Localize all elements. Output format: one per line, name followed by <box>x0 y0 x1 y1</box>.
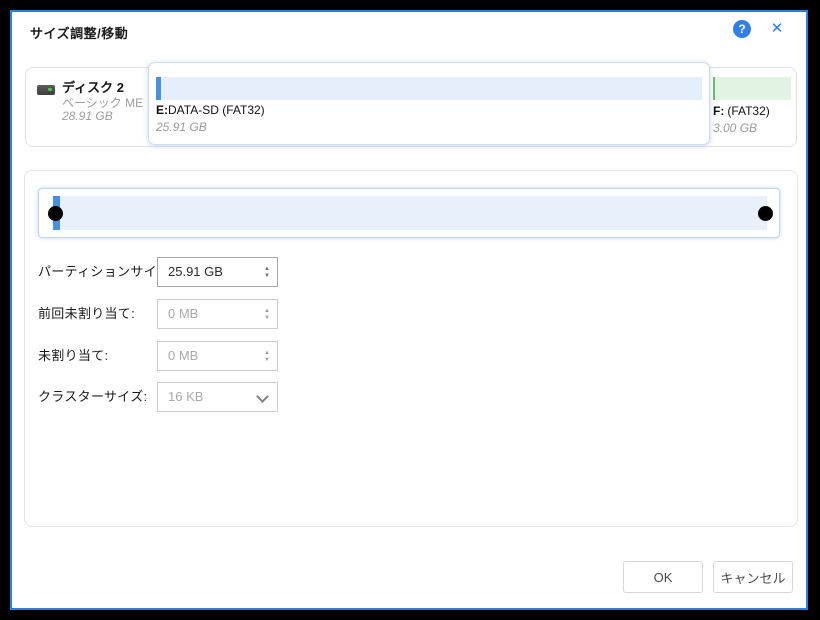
unallocated-before-label: 前回未割り当て: <box>38 299 135 329</box>
unallocated-before-row: 前回未割り当て: 0 MB ▲ ▼ <box>25 299 797 329</box>
partition-f-block[interactable]: F:(FAT32) 3.00 GB <box>713 77 793 139</box>
cancel-button[interactable]: キャンセル <box>713 561 793 593</box>
ok-button[interactable]: OK <box>623 561 703 593</box>
spinner-up-icon: ▲ <box>264 350 270 356</box>
resize-move-dialog: サイズ調整/移動 ? ✕ ディスク 2 ベーシック ME 28.91 GB E:… <box>10 10 808 610</box>
partition-f-label: F:(FAT32) <box>713 104 770 118</box>
slider-track[interactable] <box>53 196 767 230</box>
partition-e-bar <box>156 77 702 100</box>
disk-led <box>48 88 52 91</box>
disk-overview: ディスク 2 ベーシック ME 28.91 GB E:DATA-SD (FAT3… <box>25 67 797 147</box>
unallocated-after-label: 未割り当て: <box>38 341 108 371</box>
spinner-icon[interactable]: ▲ ▼ <box>264 258 270 286</box>
spinner-icon: ▲ ▼ <box>264 300 270 328</box>
partition-f-size: 3.00 GB <box>713 121 757 135</box>
slider-right-handle[interactable] <box>758 206 773 221</box>
unallocated-before-input[interactable]: 0 MB ▲ ▼ <box>157 299 278 329</box>
partition-size-row: パーティションサイズ: 25.91 GB ▲ ▼ <box>25 257 797 287</box>
spinner-icon: ▲ ▼ <box>264 342 270 370</box>
spinner-down-icon: ▼ <box>264 315 270 321</box>
partition-size-value: 25.91 GB <box>158 258 277 286</box>
help-icon[interactable]: ? <box>733 20 751 38</box>
spinner-down-icon[interactable]: ▼ <box>264 273 270 279</box>
spinner-down-icon: ▼ <box>264 357 270 363</box>
partition-e-name: DATA-SD (FAT32) <box>168 103 265 117</box>
resize-slider <box>38 188 780 238</box>
partition-e-label: E:DATA-SD (FAT32) <box>156 103 265 117</box>
resize-panel: パーティションサイズ: 25.91 GB ▲ ▼ 前回未割り当て: 0 MB ▲… <box>24 170 798 527</box>
partition-f-name: (FAT32) <box>727 104 769 118</box>
unallocated-before-value: 0 MB <box>158 300 277 328</box>
disk-icon <box>37 85 55 95</box>
dialog-title: サイズ調整/移動 <box>30 23 128 42</box>
partition-size-label: パーティションサイズ: <box>38 257 174 287</box>
unallocated-after-row: 未割り当て: 0 MB ▲ ▼ <box>25 341 797 371</box>
unallocated-after-input[interactable]: 0 MB ▲ ▼ <box>157 341 278 371</box>
spinner-up-icon[interactable]: ▲ <box>264 266 270 272</box>
partition-e-used-segment <box>156 77 161 100</box>
partition-f-drive-letter: F: <box>713 104 724 118</box>
partition-f-bar <box>713 77 791 100</box>
partition-size-input[interactable]: 25.91 GB ▲ ▼ <box>157 257 278 287</box>
cluster-size-select[interactable]: 16 KB <box>157 382 278 412</box>
close-icon[interactable]: ✕ <box>767 19 787 39</box>
partition-e-size: 25.91 GB <box>156 120 207 134</box>
cluster-size-label: クラスターサイズ: <box>38 382 147 412</box>
cluster-size-row: クラスターサイズ: 16 KB <box>25 382 797 412</box>
partition-e-drive-letter: E: <box>156 103 168 117</box>
slider-left-handle[interactable] <box>48 206 63 221</box>
disk-size: 28.91 GB <box>62 109 113 123</box>
screen-background: サイズ調整/移動 ? ✕ ディスク 2 ベーシック ME 28.91 GB E:… <box>0 0 820 620</box>
spinner-up-icon: ▲ <box>264 308 270 314</box>
unallocated-after-value: 0 MB <box>158 342 277 370</box>
partition-e-card[interactable]: E:DATA-SD (FAT32) 25.91 GB <box>148 62 710 145</box>
